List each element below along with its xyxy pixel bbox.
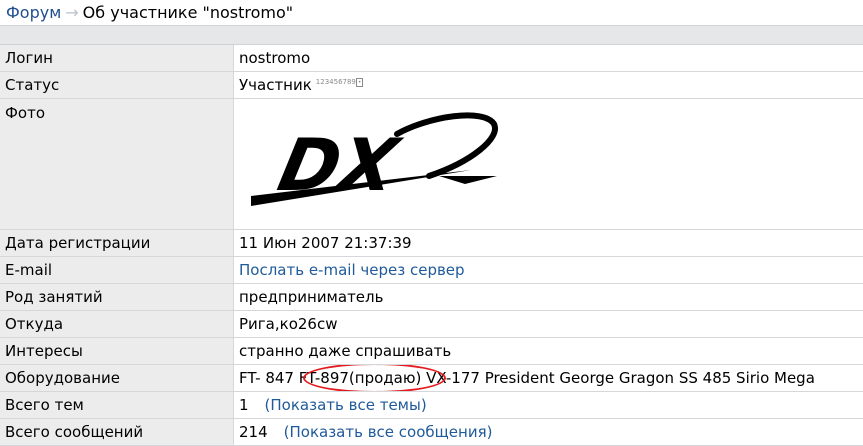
page-title: Об участнике "nostromo" — [83, 3, 294, 22]
email-label: E-mail — [0, 257, 234, 284]
photo-cell: DX — [234, 99, 863, 230]
profile-table: Логин nostromo Статус Участник 123456789•… — [0, 45, 863, 446]
interests-value: странно даже спрашивать — [234, 338, 863, 365]
registered-label: Дата регистрации — [0, 230, 234, 257]
login-value: nostromo — [234, 45, 863, 72]
breadcrumb-forum-link[interactable]: Форум — [6, 3, 61, 22]
table-header-band — [0, 25, 863, 45]
table-row: Дата регистрации 11 Июн 2007 21:37:39 — [0, 230, 863, 257]
topics-count: 1 — [239, 396, 249, 414]
status-label: Статус — [0, 72, 234, 99]
show-all-topics-link[interactable]: (Показать все темы) — [265, 396, 427, 414]
photo-label: Фото — [0, 99, 234, 230]
table-row: Всего сообщений 214 (Показать все сообщен… — [0, 419, 863, 446]
rank-indicator-icon: 123456789• — [316, 78, 364, 86]
table-row: Откуда Рига,ко26cw — [0, 311, 863, 338]
table-row: Род занятий предприниматель — [0, 284, 863, 311]
posts-label: Всего сообщений — [0, 419, 234, 446]
breadcrumb-arrow-icon: → — [61, 3, 82, 22]
interests-label: Интересы — [0, 338, 234, 365]
table-row: Интересы странно даже спрашивать — [0, 338, 863, 365]
table-row: Оборудование FT- 847 FT-897(продаю) VX-1… — [0, 365, 863, 392]
equipment-label: Оборудование — [0, 365, 234, 392]
avatar: DX — [239, 104, 519, 214]
topics-label: Всего тем — [0, 392, 234, 419]
occupation-value: предприниматель — [234, 284, 863, 311]
table-row: Статус Участник 123456789• — [0, 72, 863, 99]
location-value: Рига,ко26cw — [234, 311, 863, 338]
table-row: Всего тем 1 (Показать все темы) — [0, 392, 863, 419]
table-row: E-mail Послать e-mail через сервер — [0, 257, 863, 284]
occupation-label: Род занятий — [0, 284, 234, 311]
posts-count: 214 — [239, 423, 268, 441]
highlight-ellipse — [303, 365, 446, 392]
send-email-link[interactable]: Послать e-mail через сервер — [239, 261, 465, 279]
login-label: Логин — [0, 45, 234, 72]
status-value: Участник — [239, 76, 312, 94]
table-row: Логин nostromo — [0, 45, 863, 72]
breadcrumb: Форум→Об участнике "nostromo" — [0, 0, 863, 25]
location-label: Откуда — [0, 311, 234, 338]
registered-value: 11 Июн 2007 21:37:39 — [234, 230, 863, 257]
show-all-posts-link[interactable]: (Показать все сообщения) — [284, 423, 493, 441]
table-row: Фото DX — [0, 99, 863, 230]
